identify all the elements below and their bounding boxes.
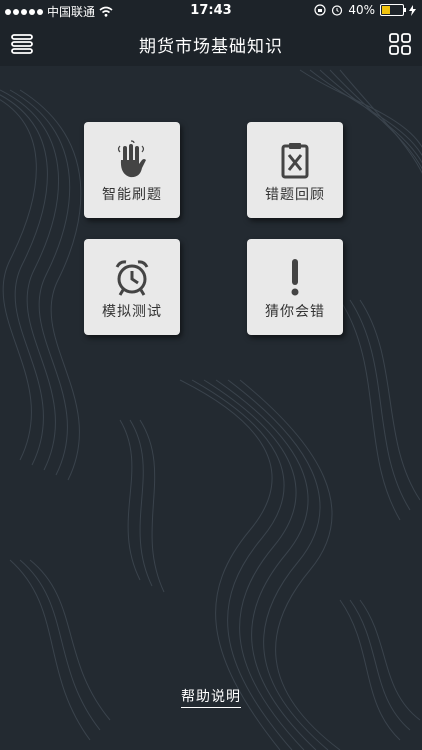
- battery-percent: 40%: [348, 3, 375, 17]
- contour-background: [0, 69, 422, 750]
- page-title: 期货市场基础知识: [139, 36, 283, 57]
- wrong-answers-review-button[interactable]: 错题回顾: [247, 122, 343, 218]
- mock-test-button[interactable]: 模拟测试: [84, 239, 180, 335]
- help-section: 帮助说明: [0, 686, 422, 708]
- status-right: 40%: [314, 3, 416, 17]
- clipboard-x-icon: [281, 143, 309, 179]
- tile-label: 智能刷题: [102, 187, 162, 203]
- battery-fill: [382, 6, 390, 14]
- hand-icon: [117, 140, 146, 178]
- charging-icon: [409, 4, 416, 16]
- help-link[interactable]: 帮助说明: [181, 689, 241, 708]
- tile-label: 猜你会错: [265, 304, 325, 320]
- menu-icon[interactable]: [10, 32, 34, 56]
- exclamation-icon: [291, 259, 299, 296]
- predict-mistakes-button[interactable]: 猜你会错: [247, 239, 343, 335]
- navbar: 期货市场基础知识: [0, 22, 422, 66]
- grid-icon[interactable]: [388, 32, 412, 56]
- alarm-icon: [332, 5, 343, 16]
- smart-practice-button[interactable]: 智能刷题: [84, 122, 180, 218]
- tile-label: 模拟测试: [102, 304, 162, 320]
- battery-icon: [380, 4, 406, 16]
- rotation-lock-icon: [314, 4, 326, 16]
- alarm-clock-icon: [115, 260, 149, 296]
- status-bar: 中国联通 17:43 40%: [0, 0, 422, 22]
- tile-label: 错题回顾: [265, 187, 325, 203]
